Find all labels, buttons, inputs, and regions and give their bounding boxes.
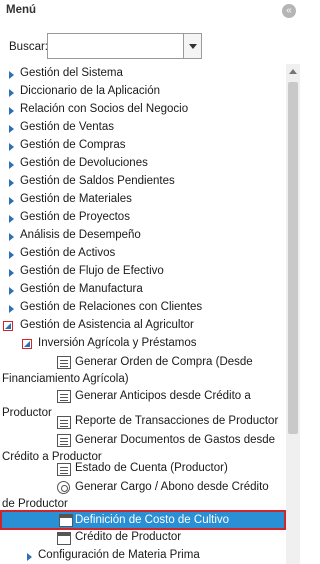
search-label: Buscar:: [9, 41, 48, 53]
tree-item[interactable]: Gestión de Activos: [0, 246, 286, 262]
tree-leaf[interactable]: Generar Cargo / Abono desde Crédito de P…: [0, 479, 286, 513]
tree-item[interactable]: Gestión de Saldos Pendientes: [0, 174, 286, 190]
tree-item[interactable]: Gestión de Relaciones con Clientes: [0, 300, 286, 316]
window-icon: [57, 532, 71, 545]
expand-arrow-icon[interactable]: [9, 197, 14, 205]
search-combobox[interactable]: [47, 33, 202, 59]
tree-item[interactable]: Gestión de Proyectos: [0, 210, 286, 226]
expand-arrow-icon[interactable]: [9, 233, 14, 241]
tree-item[interactable]: Relación con Socios del Negocio: [0, 102, 286, 118]
panel-title: Menú: [6, 4, 37, 16]
expand-arrow-icon[interactable]: [9, 89, 14, 97]
tree-item[interactable]: Análisis de Desempeño: [0, 228, 286, 244]
window-icon: [59, 514, 73, 527]
tree-leaf[interactable]: Generar Orden de Compra (Desde Financiam…: [0, 354, 286, 388]
collapse-panel-button[interactable]: «: [282, 4, 296, 18]
expand-arrow-icon[interactable]: [9, 179, 14, 187]
tree-item[interactable]: Gestión de Devoluciones: [0, 156, 286, 172]
tree-subitem-expanded[interactable]: Inversión Agrícola y Préstamos: [0, 336, 286, 352]
vertical-scrollbar[interactable]: [286, 64, 300, 564]
tree-item[interactable]: Gestión de Compras: [0, 138, 286, 154]
scrollbar-thumb[interactable]: [288, 82, 298, 434]
tree-leaf[interactable]: Reporte de Transacciones de Productor: [0, 414, 286, 431]
expand-arrow-icon[interactable]: [9, 269, 14, 277]
expand-arrow-icon[interactable]: [9, 107, 14, 115]
collapse-arrow-icon[interactable]: [22, 339, 32, 349]
expand-arrow-icon[interactable]: [9, 71, 14, 79]
leaf-label: Definición de Costo de Cultivo: [75, 514, 230, 526]
expand-arrow-icon[interactable]: [9, 125, 14, 133]
tree-item[interactable]: Gestión de Flujo de Efectivo: [0, 264, 286, 280]
chevron-down-icon: [189, 44, 197, 49]
tree-item[interactable]: Gestión de Manufactura: [0, 282, 286, 298]
collapse-arrow-icon[interactable]: [3, 321, 13, 331]
search-dropdown-button[interactable]: [183, 34, 201, 58]
expand-arrow-icon[interactable]: [9, 215, 14, 223]
tree-item-expanded[interactable]: Gestión de Asistencia al Agricultor: [0, 318, 286, 334]
expand-arrow-icon[interactable]: [9, 251, 14, 259]
leaf-label: Crédito de Productor: [75, 531, 182, 543]
tree-subitem[interactable]: Configuración de Materia Prima: [0, 548, 286, 564]
tree-item[interactable]: Gestión de Materiales: [0, 192, 286, 208]
expand-arrow-icon[interactable]: [9, 143, 14, 151]
expand-arrow-icon[interactable]: [9, 287, 14, 295]
tree-item[interactable]: Gestión de Ventas: [0, 120, 286, 136]
tree-leaf-selected[interactable]: Definición de Costo de Cultivo: [0, 510, 286, 530]
report-icon: [57, 416, 71, 429]
leaf-label: Estado de Cuenta (Productor): [75, 462, 228, 474]
search-input[interactable]: [48, 34, 182, 58]
leaf-label: Generar Cargo / Abono desde Crédito de P…: [2, 481, 269, 510]
leaf-label: Generar Orden de Compra (Desde Financiam…: [2, 356, 253, 385]
leaf-label: Reporte de Transacciones de Productor: [75, 415, 279, 427]
report-icon: [57, 463, 71, 476]
expand-arrow-icon[interactable]: [9, 305, 14, 313]
leaf-label: Generar Documentos de Gastos desde Crédi…: [2, 434, 276, 463]
expand-arrow-icon[interactable]: [27, 553, 32, 561]
menu-panel: Menú « Buscar: Gestión del Sistema Dicci…: [0, 0, 300, 564]
menu-tree: Gestión del Sistema Diccionario de la Ap…: [0, 64, 286, 564]
tree-item[interactable]: Gestión del Sistema: [0, 66, 286, 82]
tree-leaf[interactable]: Estado de Cuenta (Productor): [0, 461, 286, 478]
tree-item[interactable]: Diccionario de la Aplicación: [0, 84, 286, 100]
tree-leaf[interactable]: Crédito de Productor: [0, 530, 286, 547]
expand-arrow-icon[interactable]: [9, 161, 14, 169]
scroll-up-arrow-icon[interactable]: [289, 69, 297, 74]
